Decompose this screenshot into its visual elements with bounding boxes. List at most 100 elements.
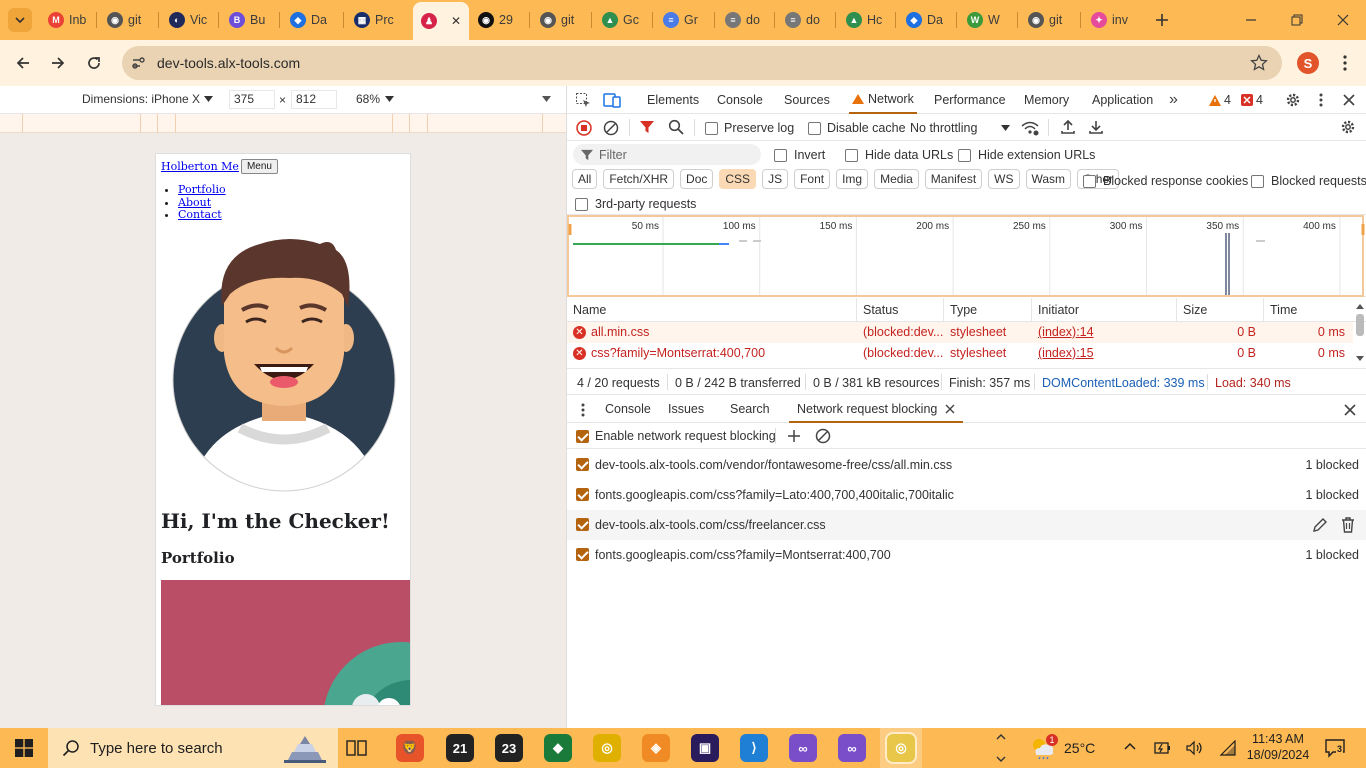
table-row[interactable]: ✕ all.min.css (blocked:dev... stylesheet (in… [567, 322, 1353, 343]
menu-button[interactable]: Menu [240, 159, 278, 174]
cell-initiator[interactable]: (index):15 [1032, 343, 1177, 364]
type-filter-media[interactable]: Media [874, 169, 919, 189]
drawer-menu-button[interactable] [581, 403, 585, 417]
blocked-response-cookies-checkbox[interactable]: Blocked response cookies [1083, 174, 1248, 188]
column-time[interactable]: Time [1264, 298, 1354, 322]
browser-tab[interactable]: ▦ Prc [346, 6, 402, 34]
bookmark-star-icon[interactable] [1250, 54, 1268, 72]
taskbar-app-media[interactable]: ▣ [691, 734, 719, 762]
browser-menu-button[interactable] [1334, 52, 1356, 74]
taskbar-search-box[interactable]: Type here to search [48, 728, 338, 768]
minimize-button[interactable] [1236, 10, 1266, 30]
devtools-tab-elements[interactable]: Elements [647, 86, 699, 114]
browser-tab[interactable]: ✦ inv [1083, 6, 1139, 34]
devtools-tab-console[interactable]: Console [717, 86, 763, 114]
taskbar-app-brave[interactable]: 🦁 [396, 734, 424, 762]
type-filter-fetch-xhr[interactable]: Fetch/XHR [603, 169, 675, 189]
nav-link-contact[interactable]: Contact [178, 208, 222, 221]
errors-counter[interactable]: 4 [1241, 93, 1263, 107]
browser-tab[interactable]: ◆ Da [898, 6, 954, 34]
cell-initiator[interactable]: (index):14 [1032, 322, 1177, 343]
add-pattern-button[interactable] [787, 429, 801, 443]
tab-search-button[interactable] [8, 8, 32, 32]
device-height-input[interactable]: 812 [291, 90, 337, 109]
clear-button[interactable] [603, 120, 619, 136]
more-tabs-button[interactable]: » [1169, 91, 1178, 109]
devtools-tab-application[interactable]: Application [1092, 86, 1153, 114]
browser-tab[interactable]: ▲ Gc [594, 6, 650, 34]
third-party-checkbox[interactable]: 3rd-party requests [575, 197, 696, 211]
invert-checkbox[interactable]: Invert [774, 148, 825, 162]
blocked-requests-checkbox[interactable]: Blocked requests [1251, 174, 1366, 188]
drawer-tab-console[interactable]: Console [605, 402, 651, 416]
type-filter-doc[interactable]: Doc [680, 169, 714, 189]
devtools-tab-sources[interactable]: Sources [784, 86, 830, 114]
devtools-tab-memory[interactable]: Memory [1024, 86, 1069, 114]
site-info-icon[interactable] [130, 55, 146, 71]
type-filter-img[interactable]: Img [836, 169, 869, 189]
browser-tab[interactable]: ◐ Vic [161, 6, 217, 34]
pattern-enabled-checkbox[interactable] [576, 488, 589, 501]
new-tab-button[interactable] [1150, 8, 1174, 32]
close-icon[interactable] [945, 404, 955, 414]
network-settings-button[interactable] [1340, 119, 1356, 135]
device-width-input[interactable]: 375 [229, 90, 275, 109]
drawer-tab-issues[interactable]: Issues [668, 402, 704, 416]
device-toggle-button[interactable] [603, 92, 621, 108]
battery-button[interactable] [1154, 740, 1172, 756]
volume-button[interactable] [1186, 740, 1204, 756]
close-window-button[interactable] [1328, 10, 1358, 30]
taskbar-app-node[interactable]: ◆ [544, 734, 572, 762]
brand-link[interactable]: Holberton Me [161, 160, 239, 173]
taskbar-app-21[interactable]: 21 [446, 734, 474, 762]
hide-data-urls-checkbox[interactable]: Hide data URLs [845, 148, 953, 162]
restore-button[interactable] [1282, 10, 1312, 30]
browser-tab[interactable]: M Inb [40, 6, 96, 34]
column-status[interactable]: Status [857, 298, 944, 322]
pattern-enabled-checkbox[interactable] [576, 458, 589, 471]
preserve-log-checkbox[interactable]: Preserve log [705, 121, 794, 135]
enable-blocking-checkbox[interactable]: Enable network request blocking [576, 429, 776, 443]
browser-tab[interactable]: ◉ git [532, 6, 588, 34]
trash-icon[interactable] [1341, 517, 1355, 533]
column-type[interactable]: Type [944, 298, 1032, 322]
throttling-select[interactable]: No throttling [910, 121, 1010, 135]
browser-tab[interactable]: ♟ ✕ [413, 2, 469, 40]
filter-toggle-button[interactable] [640, 120, 654, 134]
browser-tab[interactable]: ≡ do [777, 6, 833, 34]
back-button[interactable] [10, 50, 36, 76]
taskbar-app-chrome[interactable]: ◎ [593, 734, 621, 762]
column-name[interactable]: Name [567, 298, 857, 322]
disable-cache-checkbox[interactable]: Disable cache [808, 121, 906, 135]
column-initiator[interactable]: Initiator [1032, 298, 1177, 322]
column-size[interactable]: Size [1177, 298, 1264, 322]
browser-tab[interactable]: ◉ 29 [470, 6, 526, 34]
taskbar-app-23[interactable]: 23 [495, 734, 523, 762]
drawer-tab-search[interactable]: Search [730, 402, 770, 416]
pattern-enabled-checkbox[interactable] [576, 518, 589, 531]
filter-input[interactable]: Filter [573, 144, 761, 165]
warnings-counter[interactable]: 4 [1209, 93, 1231, 107]
nav-link-about[interactable]: About [178, 196, 211, 209]
blocked-pattern-row[interactable]: dev-tools.alx-tools.com/css/freelancer.c… [567, 510, 1366, 540]
device-more-options[interactable] [542, 96, 551, 102]
profile-avatar[interactable]: S [1297, 52, 1319, 74]
blocked-pattern-row[interactable]: fonts.googleapis.com/css?family=Montserr… [567, 540, 1366, 570]
browser-tab[interactable]: ◉ git [1020, 6, 1076, 34]
table-scrollbar[interactable] [1353, 298, 1366, 368]
browser-tab[interactable]: B Bu [221, 6, 277, 34]
taskbar-app-git[interactable]: ◈ [642, 734, 670, 762]
taskbar-app-visual-studio[interactable]: ∞ [789, 734, 817, 762]
blocked-pattern-row[interactable]: dev-tools.alx-tools.com/vendor/fontaweso… [567, 450, 1366, 480]
browser-tab[interactable]: ≡ do [717, 6, 773, 34]
task-view-button[interactable] [346, 738, 368, 758]
browser-tab[interactable]: ◉ git [99, 6, 155, 34]
devtools-menu-button[interactable] [1319, 93, 1323, 107]
taskbar-app-vs-code[interactable]: ⟩ [740, 734, 768, 762]
tab-close-icon[interactable]: ✕ [451, 14, 461, 28]
type-filter-js[interactable]: JS [762, 169, 789, 189]
start-button[interactable] [0, 728, 48, 768]
table-row[interactable]: ✕ css?family=Montserrat:400,700 (blocked:d… [567, 343, 1353, 364]
media-query-ruler[interactable] [0, 114, 566, 133]
type-filter-all[interactable]: All [572, 169, 598, 189]
